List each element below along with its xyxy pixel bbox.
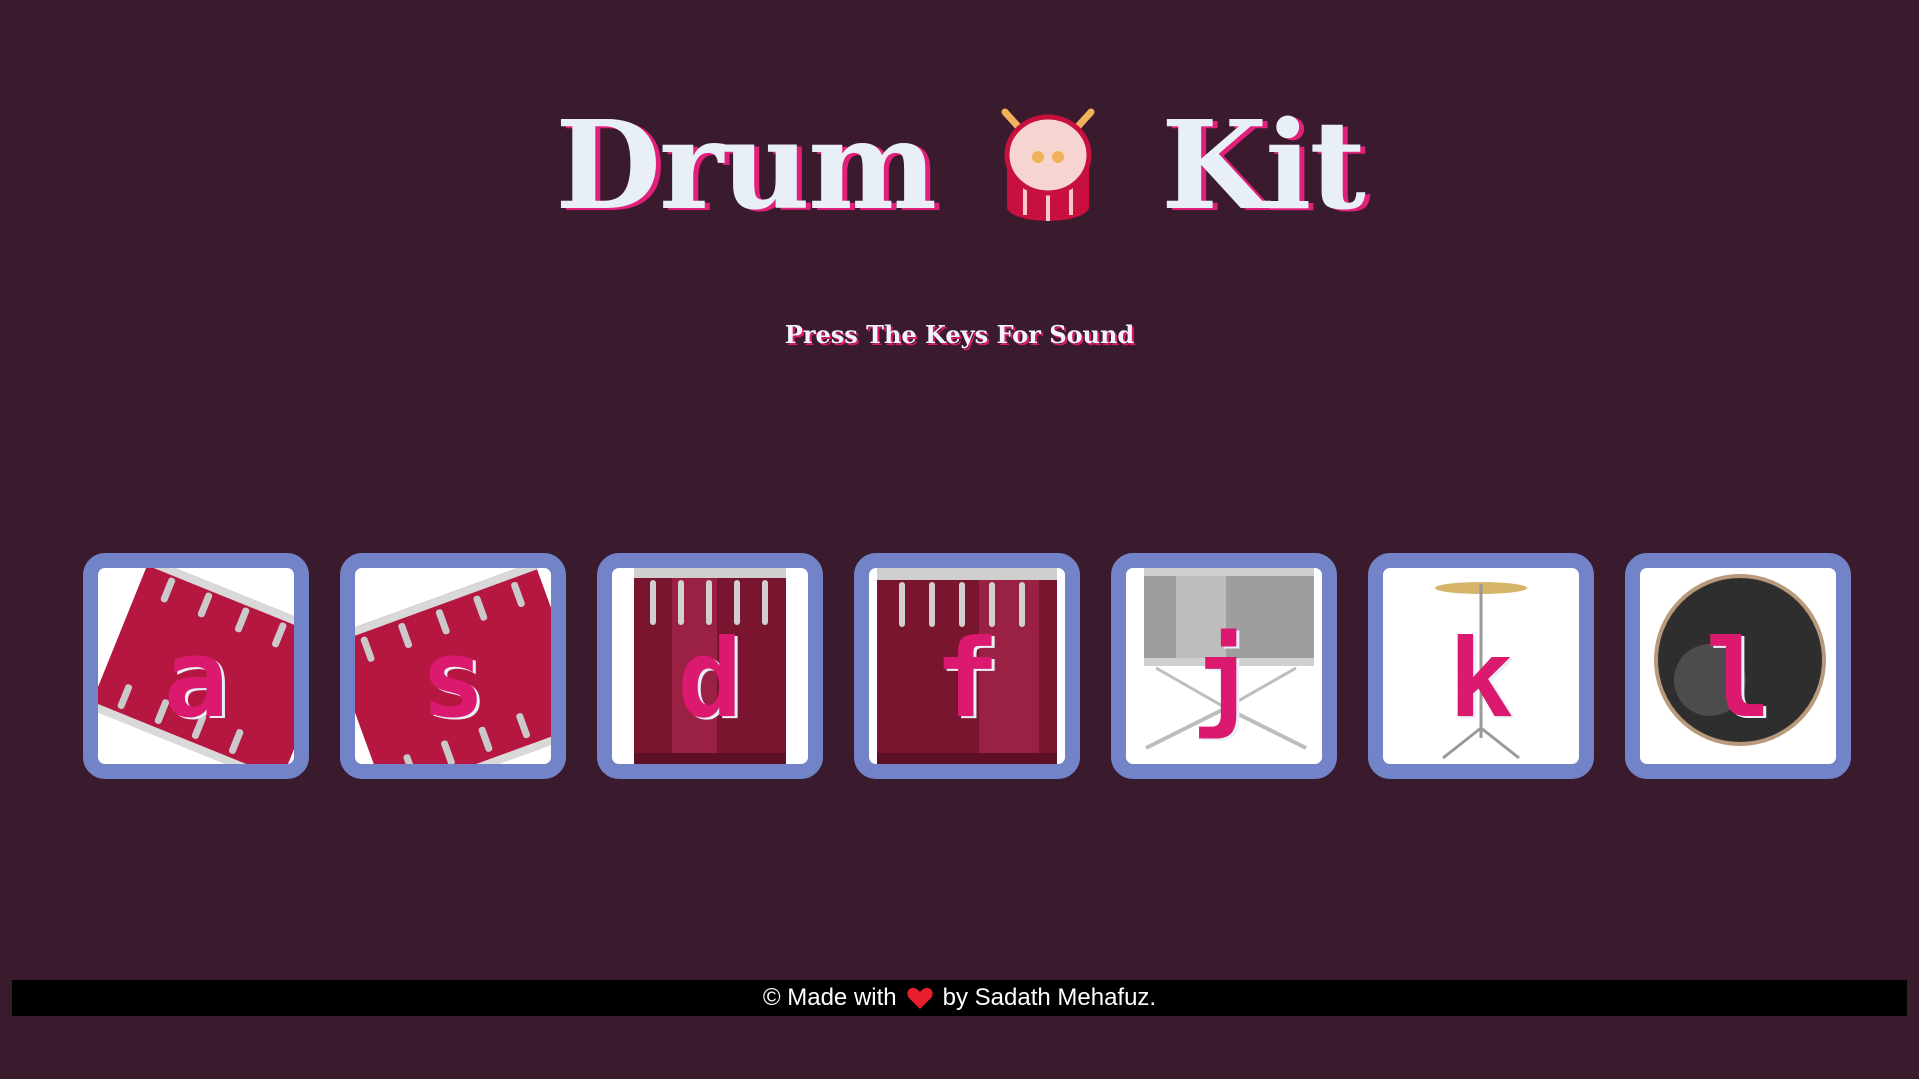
- drum-pad-a[interactable]: a: [83, 553, 309, 779]
- title-word-drum: Drum: [555, 93, 937, 237]
- pad-key-label: l: [1705, 617, 1771, 742]
- pad-key-label: s: [420, 617, 486, 742]
- drum-pad-f[interactable]: f: [854, 553, 1080, 779]
- drum-pad-l[interactable]: l: [1625, 553, 1851, 779]
- drum-pad-d[interactable]: d: [597, 553, 823, 779]
- heart-icon: [906, 987, 933, 1009]
- pad-key-label: f: [934, 617, 1000, 742]
- pad-key-label: j: [1191, 617, 1257, 742]
- instructions-text: Press The Keys For Sound: [784, 320, 1135, 349]
- drum-pad-j[interactable]: j: [1111, 553, 1337, 779]
- title-word-kit: Kit: [1161, 93, 1366, 237]
- page-title: Drum Kit: [0, 95, 1919, 235]
- drum-with-sticks-icon: [1001, 108, 1095, 221]
- pad-key-label: k: [1448, 617, 1514, 742]
- footer-prefix: © Made with: [762, 984, 897, 1011]
- drum-pad-s[interactable]: s: [340, 553, 566, 779]
- drum-pads: a s d f j k l: [83, 553, 1851, 779]
- footer-suffix: by Sadath Mehafuz.: [942, 984, 1157, 1011]
- pad-key-label: a: [163, 617, 229, 742]
- footer: © Made with by Sadath Mehafuz.: [12, 980, 1907, 1016]
- pad-key-label: d: [677, 617, 743, 742]
- drum-pad-k[interactable]: k: [1368, 553, 1594, 779]
